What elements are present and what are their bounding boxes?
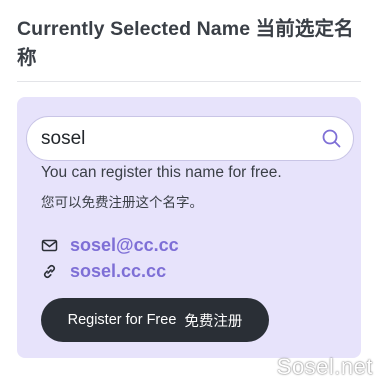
email-row: sosel@cc.cc <box>41 233 179 257</box>
email-link[interactable]: sosel@cc.cc <box>70 235 179 256</box>
page-title: Currently Selected Name 当前选定名称 <box>17 18 354 69</box>
mail-icon <box>41 237 58 254</box>
register-for-free-button[interactable]: Register for Free 免费注册 <box>41 298 269 342</box>
name-selection-card: Currently Selected Name 当前选定名称 You can r… <box>0 0 381 386</box>
website-link[interactable]: sosel.cc.cc <box>70 261 166 282</box>
search-box <box>26 116 354 161</box>
search-icon[interactable] <box>321 128 342 149</box>
divider <box>17 81 361 82</box>
availability-message-en: You can register this name for free. <box>41 164 282 181</box>
website-row: sosel.cc.cc <box>41 259 166 283</box>
name-search-input[interactable] <box>41 117 311 160</box>
watermark: Sosel.net <box>276 354 373 379</box>
register-label-en: Register for Free <box>67 312 177 328</box>
link-icon <box>41 263 58 280</box>
register-label-zh: 免费注册 <box>184 313 243 330</box>
availability-message-zh: 您可以免费注册这个名字。 <box>41 195 203 210</box>
